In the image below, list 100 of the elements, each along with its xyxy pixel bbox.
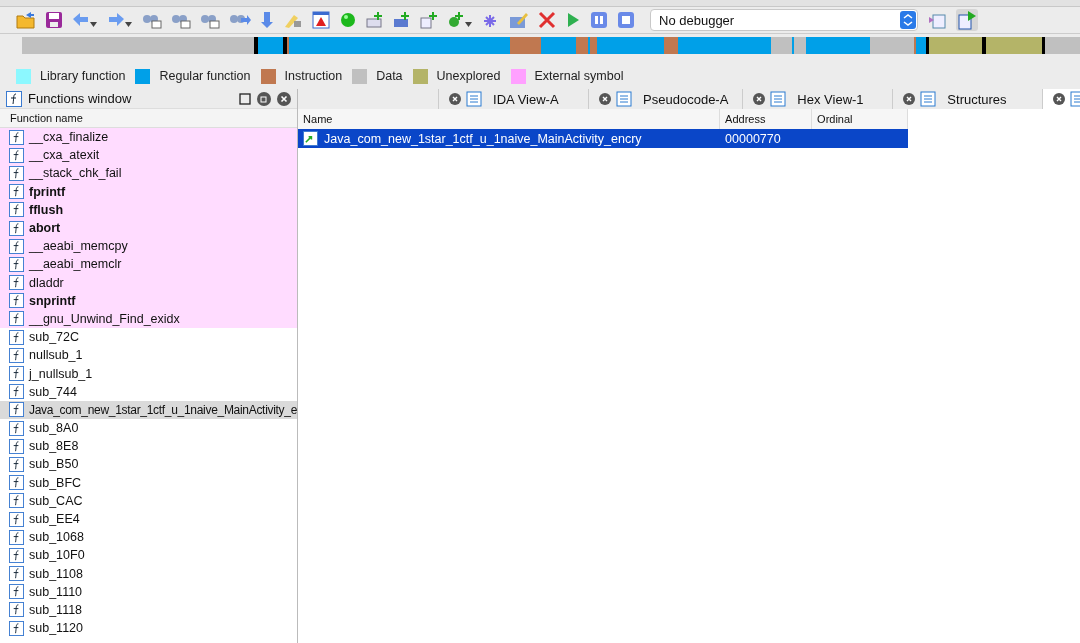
function-name: sub_1110	[29, 584, 83, 599]
close-tab-icon[interactable]	[903, 93, 916, 105]
function-name: sub_1068	[29, 530, 84, 545]
column-header[interactable]: Function name	[0, 108, 298, 128]
forward-arrow-icon[interactable]	[107, 11, 133, 29]
legend-label: Instruction	[284, 69, 343, 83]
function-icon	[9, 620, 24, 636]
pause-icon[interactable]	[590, 11, 608, 29]
function-icon	[9, 275, 24, 291]
export-row[interactable]: Java_com_new_1star_1ctf_u_1naive_MainActivity_encry 00000770	[298, 129, 909, 148]
add-data-icon[interactable]	[393, 11, 411, 29]
function-name: sub_EE4	[29, 512, 80, 527]
view-icon	[616, 91, 633, 107]
function-name: sub_B50	[29, 457, 79, 472]
stop-icon[interactable]	[617, 11, 635, 29]
function-name: __aeabi_memcpy	[29, 239, 128, 254]
function-icon	[9, 366, 24, 382]
function-icon	[9, 475, 24, 491]
add-struct-icon[interactable]	[447, 11, 473, 29]
close-icon[interactable]	[277, 91, 292, 106]
legend-label: Regular function	[159, 69, 251, 83]
function-name: sub_8E8	[29, 439, 79, 454]
function-icon	[9, 329, 24, 345]
function-row[interactable]: __cxa_atexit	[0, 146, 298, 165]
function-icon	[9, 529, 24, 545]
function-icon	[9, 438, 24, 454]
export-name: Java_com_new_1star_1ctf_u_1naive_MainActivity_encry	[324, 131, 642, 146]
c-file-run-icon[interactable]	[956, 9, 978, 31]
status-circle-icon[interactable]	[339, 11, 357, 29]
view-icon	[920, 91, 937, 107]
legend-label: Library function	[40, 69, 126, 83]
play-icon[interactable]	[565, 11, 581, 29]
function-icon	[9, 293, 24, 309]
function-name: nullsub_1	[29, 348, 83, 363]
function-icon	[6, 90, 22, 107]
function-name: sub_744	[29, 384, 77, 399]
function-icon	[9, 238, 24, 254]
back-arrow-icon[interactable]	[72, 11, 98, 29]
function-name: snprintf	[29, 293, 76, 308]
folder-icon[interactable]	[16, 11, 36, 29]
panel-title: Functions window	[28, 91, 133, 106]
down-arrow-icon[interactable]	[260, 11, 274, 29]
function-icon	[9, 566, 24, 582]
save-icon[interactable]	[45, 11, 63, 29]
function-name: sub_CAC	[29, 493, 83, 508]
function-name: sub_1120	[29, 621, 83, 636]
c-file-icon[interactable]	[927, 11, 947, 29]
function-name: fprintf	[29, 184, 66, 199]
add-text-icon[interactable]	[420, 11, 438, 29]
legend-label: External symbol	[534, 69, 624, 83]
updown-arrows-icon	[900, 11, 916, 29]
function-icon	[9, 584, 24, 600]
function-icon	[9, 129, 24, 145]
function-name: sub_10F0	[29, 548, 85, 563]
function-icon	[9, 256, 24, 272]
maximize-icon[interactable]	[239, 92, 252, 105]
restore-icon[interactable]	[257, 91, 272, 106]
function-name: sub_8A0	[29, 421, 79, 436]
function-icon	[9, 184, 24, 200]
function-icon	[9, 493, 24, 509]
function-icon	[9, 420, 24, 436]
function-row[interactable]: __aeabi_memcpy	[0, 237, 298, 256]
warning-window-icon[interactable]	[312, 11, 330, 29]
function-icon	[9, 547, 24, 563]
function-row[interactable]: __stack_chk_fail	[0, 164, 298, 183]
delete-cross-icon[interactable]	[538, 11, 556, 29]
legend-label: Data	[376, 69, 403, 83]
function-name: sub_BFC	[29, 475, 82, 490]
function-row[interactable]: __aeabi_memclr	[0, 255, 298, 274]
function-name: __gnu_Unwind_Find_exidx	[29, 311, 180, 326]
function-name: __cxa_finalize	[29, 130, 109, 145]
function-icon	[9, 165, 24, 181]
function-name: __cxa_atexit	[29, 148, 100, 163]
close-tab-icon[interactable]	[1053, 93, 1066, 105]
add-code-icon[interactable]	[366, 11, 384, 29]
function-name: sub_1108	[29, 566, 83, 581]
function-name: dladdr	[29, 275, 64, 290]
function-name: __aeabi_memclr	[29, 257, 122, 272]
function-icon	[9, 220, 24, 236]
function-icon	[9, 456, 24, 472]
debugger-dropdown[interactable]: No debugger	[650, 9, 918, 31]
function-name: Java_com_new_1star_1ctf_u_1naive_MainActivity_e	[29, 402, 298, 417]
function-icon	[9, 511, 24, 527]
function-name: j_nullsub_1	[29, 366, 93, 381]
edit-icon[interactable]	[509, 11, 529, 29]
view-icon	[770, 91, 787, 107]
close-tab-icon[interactable]	[449, 93, 462, 105]
function-icon	[9, 311, 24, 327]
tab[interactable]: Structures	[892, 89, 1043, 109]
function-row[interactable]: __cxa_finalize	[0, 128, 298, 147]
view-icon	[466, 91, 483, 107]
function-name: sub_1118	[29, 602, 83, 617]
navigation-band[interactable]	[22, 37, 1080, 54]
function-name: sub_72C	[29, 330, 80, 345]
function-icon	[9, 347, 24, 363]
close-tab-icon[interactable]	[599, 93, 612, 105]
close-tab-icon[interactable]	[753, 93, 766, 105]
function-icon	[9, 602, 24, 618]
function-icon	[9, 147, 24, 163]
export-address: 00000770	[724, 131, 782, 146]
